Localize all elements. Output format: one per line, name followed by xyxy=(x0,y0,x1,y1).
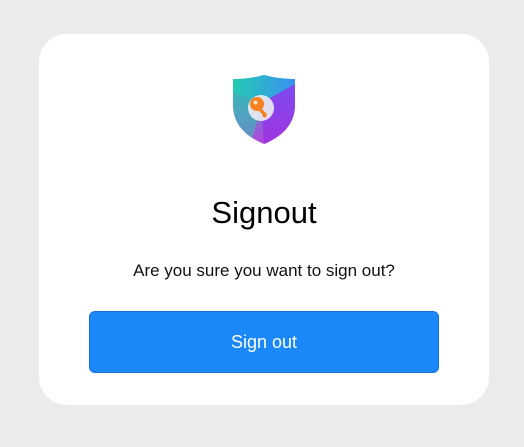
shield-key-icon xyxy=(231,73,297,145)
sign-out-button[interactable]: Sign out xyxy=(89,311,439,373)
dialog-title: Signout xyxy=(211,195,317,230)
dialog-message: Are you sure you want to sign out? xyxy=(133,261,395,280)
signout-dialog: Signout Are you sure you want to sign ou… xyxy=(39,34,489,405)
